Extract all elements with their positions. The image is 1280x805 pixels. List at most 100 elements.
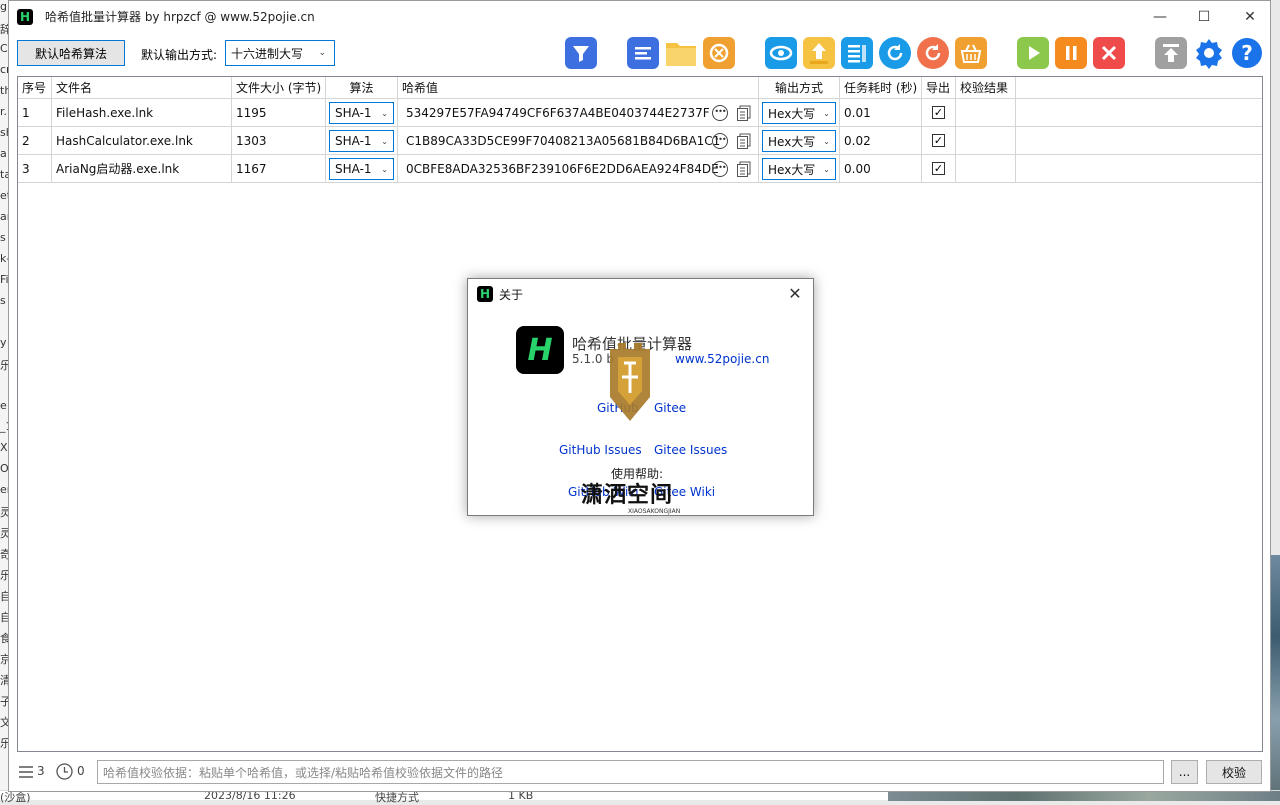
header-hash[interactable]: 哈希值	[398, 77, 759, 98]
chevron-down-icon: ⌄	[823, 165, 830, 174]
clear-icon[interactable]	[703, 37, 735, 69]
gitee-issues-link[interactable]: Gitee Issues	[654, 443, 727, 457]
cell-algorithm: SHA-1⌄	[326, 127, 398, 154]
more-icon[interactable]: •••	[712, 161, 728, 177]
help-label: 使用帮助:	[611, 465, 663, 482]
app-logo-icon: H	[477, 286, 493, 302]
header-filesize[interactable]: 文件大小 (字节)	[232, 77, 326, 98]
cell-output: Hex大写⌄	[759, 99, 840, 126]
minimize-button[interactable]: —	[1137, 1, 1183, 32]
verify-source-placeholder: 哈希值校验依据：粘贴单个哈希值，或选择/粘贴哈希值校验依据文件的路径	[103, 764, 503, 781]
chevron-down-icon: ⌄	[381, 165, 388, 174]
toolbar: 默认哈希算法 默认输出方式: 十六进制大写 ⌄	[9, 37, 1270, 71]
stop-icon[interactable]	[1093, 37, 1125, 69]
title-bar[interactable]: H 哈希值批量计算器 by hrpzcf @ www.52pojie.cn — …	[9, 1, 1270, 32]
cell-algorithm: SHA-1⌄	[326, 99, 398, 126]
chevron-down-icon: ⌄	[318, 48, 326, 58]
header-output[interactable]: 输出方式	[759, 77, 840, 98]
algorithm-select[interactable]: SHA-1⌄	[329, 102, 394, 124]
export-checkbox[interactable]: ✓	[932, 134, 945, 147]
filter-icon[interactable]	[565, 37, 597, 69]
header-export[interactable]: 导出	[922, 77, 956, 98]
output-select[interactable]: Hex大写 ⌄	[762, 158, 836, 180]
help-icon[interactable]: ?	[1231, 37, 1263, 69]
details-icon[interactable]	[841, 37, 873, 69]
header-algorithm[interactable]: 算法	[326, 77, 398, 98]
close-button[interactable]: ✕	[1227, 1, 1273, 32]
header-filename[interactable]: 文件名	[52, 77, 232, 98]
github-wiki-link[interactable]: GitHub Wiki	[568, 485, 639, 499]
copy-icon[interactable]	[736, 105, 752, 121]
cell-export: ✓	[922, 127, 956, 154]
close-icon[interactable]: ✕	[785, 283, 805, 303]
algorithm-select[interactable]: SHA-1⌄	[329, 130, 394, 152]
algorithm-select[interactable]: SHA-1⌄	[329, 158, 394, 180]
algorithm-value: SHA-1	[335, 106, 372, 120]
about-dialog: H 关于 ✕ H 哈希值批量计算器 5.1.0 b www.52pojie.cn…	[467, 278, 814, 516]
output-value: Hex大写	[768, 105, 815, 122]
redo-icon[interactable]	[917, 37, 949, 69]
cell-duration: 0.00	[840, 155, 922, 182]
gitee-wiki-link[interactable]: Gitee Wiki	[654, 485, 715, 499]
cell-index: 1	[18, 99, 52, 126]
about-site-link[interactable]: www.52pojie.cn	[675, 352, 769, 366]
export-checkbox[interactable]: ✓	[932, 162, 945, 175]
settings-icon[interactable]	[1193, 37, 1225, 69]
more-icon[interactable]: •••	[712, 105, 728, 121]
cell-filename: FileHash.exe.lnk	[52, 99, 232, 126]
default-algo-button[interactable]: 默认哈希算法	[17, 40, 125, 66]
github-issues-link[interactable]: GitHub Issues	[559, 443, 642, 457]
output-select[interactable]: Hex大写⌄	[762, 102, 836, 124]
svg-text:?: ?	[1241, 41, 1253, 65]
more-icon[interactable]: •••	[712, 133, 728, 149]
list-count-icon	[19, 765, 33, 779]
header-index[interactable]: 序号	[18, 77, 52, 98]
table-row[interactable]: 2 HashCalculator.exe.lnk 1303 SHA-1⌄ C1B…	[18, 127, 1262, 155]
folder-icon[interactable]	[665, 37, 697, 69]
output-mode-label: 默认输出方式:	[141, 46, 217, 63]
header-duration[interactable]: 任务耗时 (秒)	[840, 77, 922, 98]
table-row[interactable]: 1 FileHash.exe.lnk 1195 SHA-1⌄ 534297E57…	[18, 99, 1262, 127]
cell-hash: 0CBFE8ADA32536BF239106F6E2DD6AEA924F84DE…	[398, 155, 759, 182]
table-header: 序号 文件名 文件大小 (字节) 算法 哈希值 输出方式 任务耗时 (秒) 导出…	[18, 77, 1262, 99]
output-value: Hex大写	[768, 161, 815, 178]
maximize-button[interactable]: ☐	[1181, 1, 1227, 32]
app-big-logo-icon: H	[516, 326, 564, 374]
cell-verify-result	[956, 127, 1016, 154]
verify-button[interactable]: 校验	[1206, 760, 1262, 784]
hash-value: 0CBFE8ADA32536BF239106F6E2DD6AEA924F84DE	[406, 162, 719, 176]
export-icon[interactable]	[803, 37, 835, 69]
top-icon[interactable]	[1155, 37, 1187, 69]
cell-filesize: 1195	[232, 99, 326, 126]
window-title: 哈希值批量计算器 by hrpzcf @ www.52pojie.cn	[45, 8, 315, 25]
refresh-icon[interactable]	[879, 37, 911, 69]
verify-source-input[interactable]: 哈希值校验依据：粘贴单个哈希值，或选择/粘贴哈希值校验依据文件的路径	[97, 760, 1164, 784]
copy-icon[interactable]	[736, 133, 752, 149]
gitee-link[interactable]: Gitee	[654, 401, 686, 415]
copy-icon[interactable]	[736, 161, 752, 177]
cell-export: ✓	[922, 99, 956, 126]
about-title: 关于	[499, 286, 523, 303]
cell-filename: HashCalculator.exe.lnk	[52, 127, 232, 154]
output-select[interactable]: Hex大写⌄	[762, 130, 836, 152]
cell-index: 2	[18, 127, 52, 154]
about-title-bar[interactable]: H 关于 ✕	[468, 279, 813, 309]
table-row[interactable]: 3 AriaNg启动器.exe.lnk 1167 SHA-1⌄ 0CBFE8AD…	[18, 155, 1262, 183]
header-verify-result[interactable]: 校验结果	[956, 77, 1016, 98]
app-logo-icon: H	[17, 9, 33, 25]
output-mode-select[interactable]: 十六进制大写 ⌄	[225, 40, 335, 66]
chevron-down-icon: ⌄	[381, 137, 388, 146]
list-icon[interactable]	[627, 37, 659, 69]
basket-icon[interactable]	[955, 37, 987, 69]
hash-value: C1B89CA33D5CE99F70408213A05681B84D6BA1C1	[406, 134, 720, 148]
chevron-down-icon: ⌄	[823, 137, 830, 146]
cell-verify-result	[956, 99, 1016, 126]
cell-filename: AriaNg启动器.exe.lnk	[52, 155, 232, 182]
browse-button[interactable]: ...	[1171, 760, 1198, 784]
start-icon[interactable]	[1017, 37, 1049, 69]
github-link[interactable]: GitHub	[597, 401, 639, 415]
pause-icon[interactable]	[1055, 37, 1087, 69]
export-checkbox[interactable]: ✓	[932, 106, 945, 119]
cell-hash: 534297E57FA94749CF6F637A4BE0403744E2737F…	[398, 99, 759, 126]
eye-icon[interactable]	[765, 37, 797, 69]
